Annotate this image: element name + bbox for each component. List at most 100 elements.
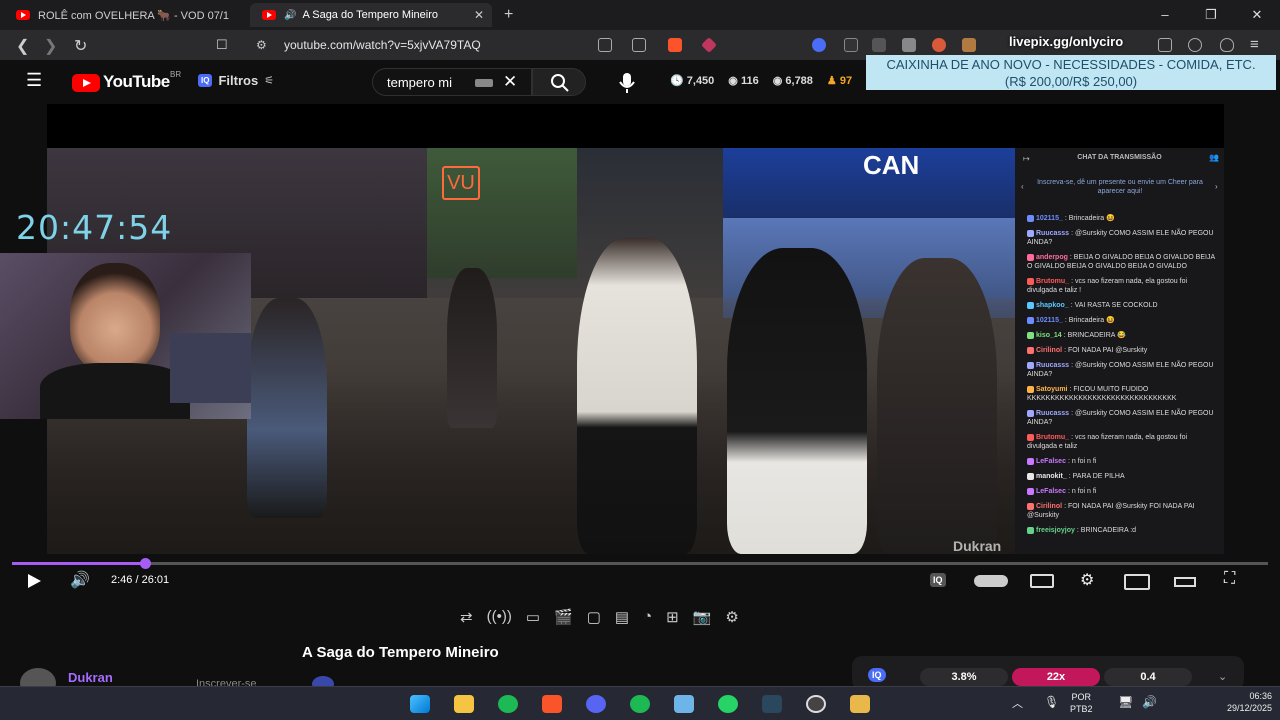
share-icon[interactable] (632, 38, 646, 52)
chat-username[interactable]: manokit_ (1036, 473, 1067, 480)
forward-button[interactable]: ❯ (44, 36, 57, 56)
ai-icon[interactable] (1188, 38, 1202, 52)
chat-username[interactable]: Satoyumi (1036, 386, 1068, 393)
chat-username[interactable]: LeFalsec (1036, 488, 1066, 495)
aspect-ratio-icon[interactable]: ▢ (587, 608, 601, 626)
discord-icon[interactable] (586, 695, 606, 713)
search-input[interactable]: tempero mi ✕ (372, 68, 532, 96)
cinema-icon[interactable]: ▭ (526, 608, 540, 626)
extension-icon[interactable] (844, 38, 858, 52)
extension-icon[interactable] (962, 38, 976, 52)
close-window-button[interactable]: ✕ (1234, 0, 1280, 30)
channel-name[interactable]: Dukran (68, 670, 113, 685)
brave-rewards-icon[interactable] (701, 37, 717, 53)
iq-player-icon[interactable]: IQ (930, 573, 946, 587)
cast-icon[interactable] (598, 38, 612, 52)
site-settings-icon[interactable]: ⚙ (256, 38, 267, 52)
chat-message: Ruucasss: @Surskity COMO ASSIM ELE NÃO P… (1027, 229, 1217, 247)
chevron-up-icon[interactable]: ︿ (1012, 695, 1023, 711)
speaker-icon: 🔊 (284, 9, 297, 21)
wallet-icon[interactable] (1158, 38, 1172, 52)
volume-icon[interactable]: 🔊 (70, 570, 90, 590)
add-screen-icon[interactable]: ⊞ (666, 608, 679, 626)
youtube-logo-icon[interactable] (72, 74, 100, 92)
back-button[interactable]: ❮ (16, 36, 29, 56)
hamburger-menu-icon[interactable]: ☰ (26, 70, 42, 91)
chat-username[interactable]: freeisjoyjoy (1036, 527, 1075, 534)
notepad-icon[interactable] (674, 695, 694, 713)
chat-username[interactable]: Cirilinol (1036, 347, 1062, 354)
speaker-icon[interactable]: 🔊 (1142, 695, 1157, 709)
chat-username[interactable]: Cirilinol (1036, 503, 1062, 510)
extension-icon[interactable] (932, 38, 946, 52)
steam-icon[interactable] (762, 695, 782, 713)
brave-browser-icon[interactable] (542, 695, 562, 713)
menu-icon[interactable]: ≡ (1250, 36, 1259, 53)
chat-message-list: 102115_: Brincadeira 😆 Ruucasss: @Surskit… (1027, 214, 1217, 541)
network-icon[interactable]: 🖥 (1118, 695, 1133, 709)
chat-message: Cirilinol: FOI NADA PAI @Surskity (1027, 346, 1217, 355)
obs-icon[interactable] (806, 695, 826, 713)
minimize-button[interactable]: – (1142, 0, 1188, 30)
chat-username[interactable]: shapkoo_ (1036, 302, 1069, 309)
restore-button[interactable]: ❐ (1188, 0, 1234, 30)
chevron-right-icon[interactable]: › (1215, 182, 1218, 191)
audio-boost-icon[interactable]: ((•)) (487, 608, 512, 626)
chevron-left-icon[interactable]: ‹ (1021, 182, 1024, 191)
chat-username[interactable]: 102115_ (1036, 317, 1063, 324)
tab-active-video[interactable]: 🔊 A Saga do Tempero Mineiro ✕ (250, 3, 492, 27)
windows-start-icon[interactable] (410, 695, 430, 713)
extension-iq-icon[interactable] (812, 38, 826, 52)
system-clock[interactable]: 06:36 29/12/2025 (1227, 690, 1272, 714)
microphone-icon[interactable]: 🎙 (1044, 695, 1059, 709)
filters-button[interactable]: IQ Filtros ⚟ (198, 73, 274, 88)
loop-icon[interactable]: ⇄ (460, 608, 473, 626)
close-tab-icon[interactable]: ✕ (474, 8, 484, 22)
new-tab-button[interactable]: + (504, 6, 513, 24)
spotify-icon[interactable] (630, 695, 650, 713)
chevron-down-icon[interactable]: ⌄ (1218, 670, 1227, 683)
whatsapp-icon[interactable] (718, 695, 738, 713)
tab-vod[interactable]: ROLÊ com OVELHERA 🐂 - VOD 07/1 (4, 3, 244, 27)
fullscreen-icon[interactable]: ⛶ (1224, 570, 1235, 588)
frame-icon[interactable]: ▤ (615, 608, 629, 626)
chat-username[interactable]: LeFalsec (1036, 458, 1066, 465)
play-icon[interactable] (26, 573, 42, 589)
google-extension-icon[interactable] (902, 38, 916, 52)
bookmark-icon[interactable]: ☐ (216, 37, 228, 53)
chat-username[interactable]: Ruucasss (1036, 362, 1069, 369)
extension-icon[interactable] (872, 38, 886, 52)
clapper-icon[interactable]: 🎬 (554, 608, 573, 626)
miniplayer-icon[interactable] (1124, 574, 1150, 590)
clear-search-icon[interactable]: ✕ (503, 72, 517, 92)
camera-icon[interactable]: 📷 (693, 608, 712, 626)
brave-shield-icon[interactable] (668, 38, 682, 52)
chat-username[interactable]: 102115_ (1036, 215, 1063, 222)
spotify-icon[interactable] (498, 695, 518, 713)
app-icon[interactable] (850, 695, 870, 713)
video-progress-bar[interactable] (12, 558, 1268, 569)
eye-icon: ◉ (772, 75, 783, 87)
file-explorer-icon[interactable] (454, 695, 474, 713)
keyboard-icon[interactable] (475, 79, 493, 87)
chat-username[interactable]: Ruucasss (1036, 410, 1069, 417)
chat-username[interactable]: kiso_14 (1036, 332, 1062, 339)
chat-username[interactable]: anderpog (1036, 254, 1068, 261)
vpn-icon[interactable] (1220, 38, 1234, 52)
settings-gear-icon[interactable]: ⚙ (725, 608, 738, 626)
theater-mode-icon[interactable] (1174, 577, 1196, 587)
reload-button[interactable]: ↻ (74, 36, 87, 56)
chat-username[interactable]: Ruucasss (1036, 230, 1069, 237)
chat-username[interactable]: Brutomu_ (1036, 434, 1069, 441)
search-button[interactable] (532, 68, 586, 96)
autoplay-toggle[interactable] (974, 575, 1008, 587)
settings-gear-icon[interactable]: ⚙ (1080, 570, 1094, 590)
youtube-logo-text[interactable]: YouTube (103, 72, 170, 92)
chat-username[interactable]: Brutomu_ (1036, 278, 1069, 285)
speedometer-icon[interactable]: ◔ (643, 608, 652, 626)
chat-users-icon[interactable]: 👥 (1209, 153, 1219, 162)
url-field[interactable]: youtube.com/watch?v=5xjvVA79TAQ (284, 38, 481, 52)
voice-search-button[interactable] (614, 70, 640, 96)
subtitles-icon[interactable] (1030, 574, 1054, 588)
language-indicator[interactable]: POR PTB2 (1070, 691, 1093, 715)
